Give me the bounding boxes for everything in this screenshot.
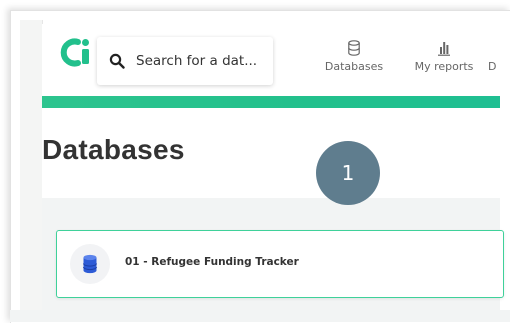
nav-my-reports[interactable]: My reports <box>412 40 476 80</box>
page-title: Databases <box>42 134 185 165</box>
bar-chart-icon <box>438 42 450 56</box>
database-name[interactable]: 01 - Refugee Funding Tracker <box>125 256 299 268</box>
nav-my-reports-label: My reports <box>414 60 474 73</box>
bottom-shade <box>10 310 510 322</box>
database-icon <box>348 40 360 56</box>
screenshot-stage: Databases My reports D Databases 01 - Re… <box>0 0 510 323</box>
left-rail <box>20 20 43 310</box>
nav-partial-label: D <box>488 60 497 73</box>
nav-item-partial[interactable]: D <box>488 40 502 80</box>
nav-databases-label: Databases <box>324 60 384 73</box>
database-icon <box>83 254 97 274</box>
search-input[interactable] <box>136 50 266 72</box>
header-accent-band <box>42 96 500 108</box>
nav-databases[interactable]: Databases <box>322 40 386 80</box>
step-number-badge: 1 <box>316 141 380 205</box>
search-icon <box>109 53 125 69</box>
app-logo-icon[interactable] <box>60 36 92 68</box>
